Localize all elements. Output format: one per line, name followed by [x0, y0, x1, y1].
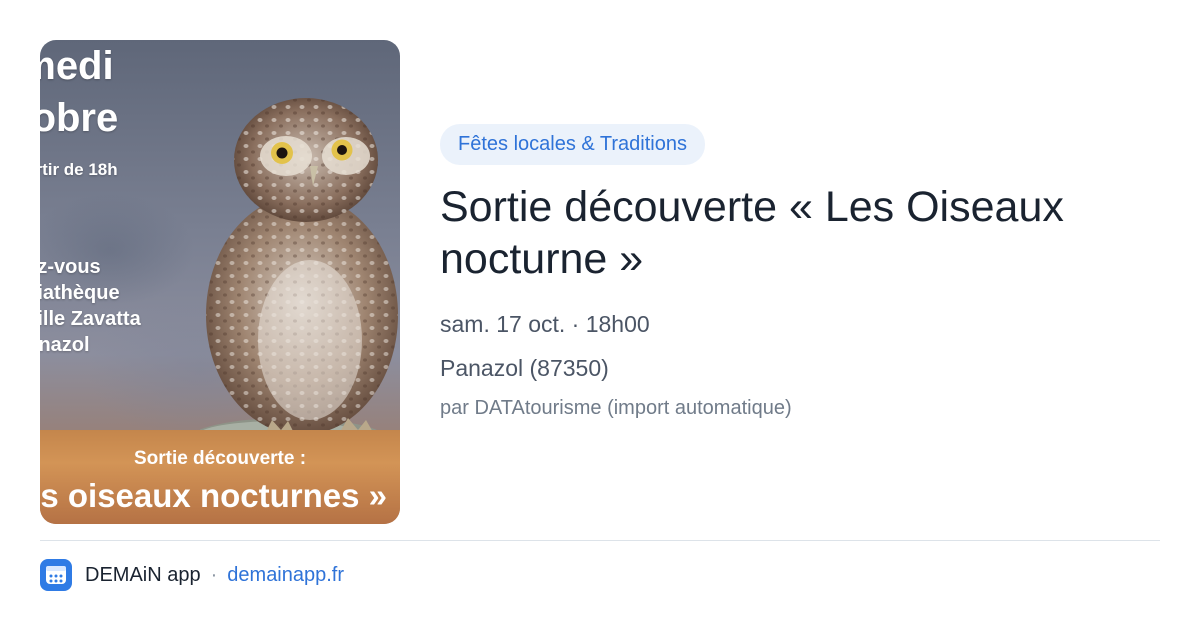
footer-divider: [40, 540, 1160, 541]
poster-month-text: ctobre: [40, 96, 119, 140]
poster-band-subtitle: Sortie découverte :: [133, 448, 307, 469]
poster-time-text: artir de 18h: [40, 160, 118, 179]
app-website-link[interactable]: demainapp.fr: [227, 564, 344, 587]
footer-separator: ·: [210, 563, 218, 586]
event-poster-image[interactable]: amedi ctobre artir de 18h dez-vous édiat…: [40, 40, 400, 524]
event-location: Panazol (87350): [440, 355, 609, 381]
category-tag[interactable]: Fêtes locales & Traditions: [440, 124, 705, 165]
app-logo-icon: [46, 566, 66, 584]
poster-rendezvous-text: dez-vous édiathèque chille Zavatta Panaz…: [40, 256, 141, 356]
poster-band-title: es oiseaux nocturnes »: [40, 477, 387, 514]
poster-day-text: amedi: [40, 44, 114, 88]
event-source: par DATAtourisme (import automatique): [440, 397, 792, 419]
poster-title-band: Sortie découverte : es oiseaux nocturnes…: [40, 430, 400, 524]
event-datetime: sam. 17 oct. · 18h00: [440, 311, 650, 337]
owl-illustration: [200, 98, 398, 462]
demain-app-icon: [40, 559, 72, 591]
app-name: DEMAiN app: [85, 563, 201, 586]
event-preview-card[interactable]: amedi ctobre artir de 18h dez-vous édiat…: [0, 0, 1200, 630]
footer: DEMAiN app · demainapp.fr: [40, 558, 344, 592]
event-title[interactable]: Sortie découverte « Les Oiseaux nocturne…: [440, 181, 1120, 285]
event-info: Fêtes locales & Traditions Sortie découv…: [440, 124, 1160, 421]
